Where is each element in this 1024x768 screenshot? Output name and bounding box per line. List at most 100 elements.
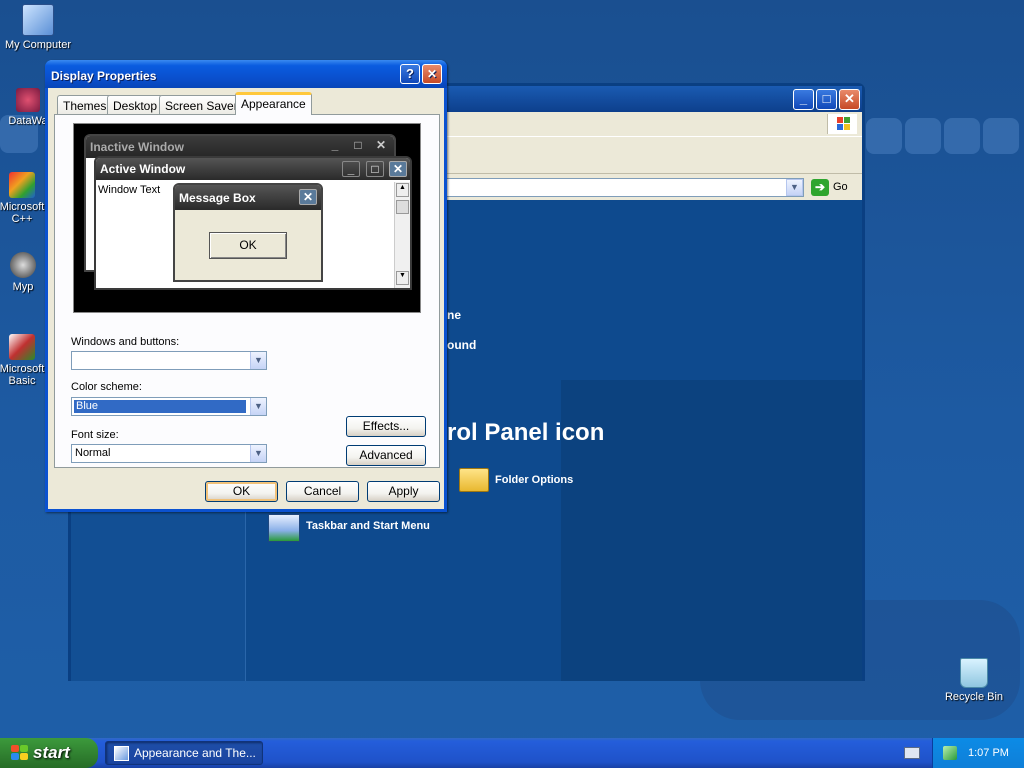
display-properties-dialog[interactable]: Display Properties ? ✕ Themes Desktop Sc… bbox=[45, 60, 447, 512]
appearance-preview: Inactive Window _ □ ✕ Active Window _ □ … bbox=[73, 123, 421, 313]
effects-button-label: Effects... bbox=[362, 419, 410, 433]
start-button[interactable]: start bbox=[0, 738, 98, 768]
windows-logo-icon bbox=[827, 114, 857, 134]
cp-item-taskbar-start-menu[interactable]: Taskbar and Start Menu bbox=[306, 520, 430, 532]
close-icon: ✕ bbox=[389, 161, 407, 177]
cp-item-label[interactable]: ne bbox=[447, 308, 461, 322]
scroll-thumb bbox=[396, 200, 409, 214]
system-tray: 1:07 PM bbox=[932, 738, 1024, 768]
minimize-icon: _ bbox=[342, 161, 360, 177]
tab-desktop[interactable]: Desktop bbox=[107, 95, 164, 114]
dialog-titlebar[interactable]: Display Properties ? ✕ bbox=[45, 60, 447, 88]
cp-item-folder-options[interactable]: Folder Options bbox=[495, 474, 573, 486]
preview-message-box: Message Box ✕ OK bbox=[173, 183, 323, 282]
preview-window-text: Window Text bbox=[98, 184, 161, 196]
desktop-decoration bbox=[866, 118, 902, 154]
dialog-title: Display Properties bbox=[51, 69, 157, 83]
taskbar-item-label: Appearance and The... bbox=[134, 746, 256, 760]
tab-appearance[interactable]: Appearance bbox=[235, 92, 312, 115]
desktop-icon-label: Myp bbox=[12, 281, 34, 293]
preview-ok-button: OK bbox=[209, 232, 287, 259]
go-button-label[interactable]: Go bbox=[833, 181, 848, 193]
close-icon: ✕ bbox=[299, 189, 317, 205]
desktop-icon-myp[interactable]: Myp bbox=[0, 252, 48, 293]
apply-button[interactable]: Apply bbox=[367, 481, 440, 502]
windows-buttons-select[interactable]: ▼ bbox=[71, 351, 267, 370]
ok-button-label: OK bbox=[232, 484, 251, 498]
start-label: start bbox=[33, 743, 70, 762]
cancel-button[interactable]: Cancel bbox=[286, 481, 359, 502]
visual-cpp-icon bbox=[9, 172, 35, 198]
font-size-value: Normal bbox=[75, 447, 111, 459]
apply-button-label: Apply bbox=[388, 484, 419, 498]
folder-icon[interactable] bbox=[459, 468, 489, 492]
chevron-down-icon[interactable]: ▼ bbox=[250, 352, 266, 369]
preview-ok-label: OK bbox=[239, 238, 257, 252]
tab-label: Appearance bbox=[241, 97, 306, 111]
cancel-button-label: Cancel bbox=[303, 484, 342, 498]
computer-icon bbox=[22, 4, 54, 36]
advanced-button[interactable]: Advanced bbox=[346, 445, 426, 466]
tab-label: Themes bbox=[63, 99, 107, 113]
app-icon bbox=[16, 88, 40, 112]
desktop-decoration bbox=[944, 118, 980, 154]
preview-message-titlebar: Message Box ✕ bbox=[175, 185, 321, 210]
cp-item-label[interactable]: ound bbox=[447, 338, 476, 352]
desktop-icon-recycle-bin[interactable]: Recycle Bin bbox=[938, 658, 1010, 703]
preview-active-titlebar: Active Window _ □ ✕ bbox=[96, 158, 410, 180]
maximize-icon: □ bbox=[366, 161, 384, 177]
taskbar: start Appearance and The... 1:07 PM bbox=[0, 738, 1024, 768]
appearance-panel: Inactive Window _ □ ✕ Active Window _ □ … bbox=[54, 114, 440, 468]
desktop-icon-label: DataWa bbox=[8, 115, 48, 127]
desktop-icon-label: Microsoft Basic bbox=[0, 363, 45, 387]
scroll-up-icon: ▲ bbox=[396, 183, 409, 197]
chevron-down-icon[interactable]: ▼ bbox=[250, 445, 266, 462]
preview-scrollbar: ▲ ▼ bbox=[394, 182, 410, 288]
color-scheme-label: Color scheme: bbox=[71, 381, 142, 393]
taskbar-settings-icon[interactable] bbox=[268, 514, 300, 542]
desktop-icon-label: Microsoft C++ bbox=[0, 201, 45, 225]
close-icon: ✕ bbox=[375, 138, 387, 152]
close-button[interactable]: ✕ bbox=[839, 89, 860, 110]
tab-screen-saver[interactable]: Screen Saver bbox=[159, 95, 244, 114]
tab-label: Screen Saver bbox=[165, 99, 238, 113]
taskbar-item-appearance[interactable]: Appearance and The... bbox=[105, 741, 263, 765]
app-icon bbox=[10, 252, 36, 278]
go-arrow-icon[interactable]: ➔ bbox=[811, 179, 829, 196]
desktop-icon-my-computer[interactable]: My Computer bbox=[2, 4, 74, 51]
color-scheme-value: Blue bbox=[74, 400, 246, 413]
maximize-button[interactable]: □ bbox=[816, 89, 837, 110]
scroll-down-icon: ▼ bbox=[396, 271, 409, 285]
font-size-select[interactable]: Normal ▼ bbox=[71, 444, 267, 463]
preview-active-title: Active Window bbox=[100, 162, 186, 176]
minimize-button[interactable]: _ bbox=[793, 89, 814, 110]
clock[interactable]: 1:07 PM bbox=[968, 747, 1009, 759]
advanced-button-label: Advanced bbox=[359, 448, 413, 462]
keyboard-icon[interactable] bbox=[904, 747, 920, 759]
tab-label: Desktop bbox=[113, 99, 158, 113]
minimize-icon: _ bbox=[331, 138, 339, 152]
visual-basic-icon bbox=[9, 334, 35, 360]
desktop-decoration bbox=[983, 118, 1019, 154]
color-scheme-select[interactable]: Blue ▼ bbox=[71, 397, 267, 416]
preview-inactive-titlebar: Inactive Window _ □ ✕ bbox=[86, 136, 394, 158]
desktop-decoration bbox=[905, 118, 941, 154]
windows-buttons-label: Windows and buttons: bbox=[71, 336, 180, 348]
ok-button[interactable]: OK bbox=[205, 481, 278, 502]
desktop-icon-label: My Computer bbox=[4, 39, 72, 51]
chevron-down-icon[interactable]: ▼ bbox=[250, 398, 266, 415]
maximize-icon: □ bbox=[354, 138, 362, 152]
cp-heading: rol Panel icon bbox=[447, 419, 605, 446]
tab-themes[interactable]: Themes bbox=[57, 95, 113, 114]
close-icon[interactable]: ✕ bbox=[422, 64, 442, 84]
chevron-down-icon[interactable]: ▼ bbox=[786, 179, 803, 196]
recycle-bin-icon bbox=[960, 658, 988, 688]
help-icon[interactable]: ? bbox=[400, 64, 420, 84]
content-watermark bbox=[561, 380, 862, 681]
network-icon[interactable] bbox=[943, 746, 957, 760]
windows-flag-icon bbox=[11, 745, 28, 761]
control-panel-icon bbox=[114, 746, 129, 761]
effects-button[interactable]: Effects... bbox=[346, 416, 426, 437]
preview-message-title: Message Box bbox=[179, 191, 256, 205]
desktop-icon-label: Recycle Bin bbox=[944, 691, 1004, 703]
